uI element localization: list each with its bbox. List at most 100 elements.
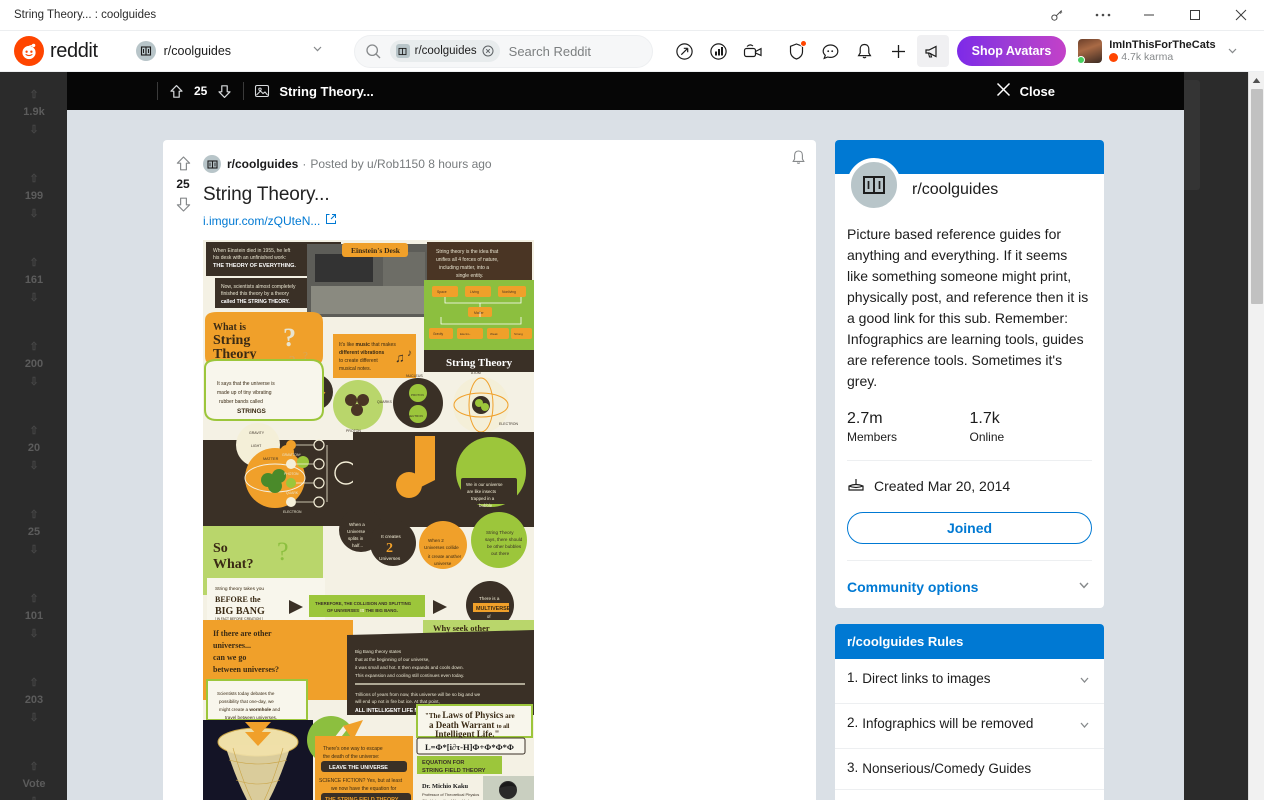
background-vote-column: ⇧ 1.9k ⇩ ⇧ 199 ⇩ ⇧ 161 ⇩ ⇧ 200 ⇩ ⇧ 20 ⇩ ⇧ 25 ⇩ ⇧ 101 ⇩… <box>0 72 68 800</box>
svg-text:There's one way to escape: There's one way to escape <box>323 746 383 752</box>
community-info-card: r/coolguides Picture based reference gui… <box>835 140 1104 608</box>
notifications-bell-icon[interactable] <box>849 35 881 67</box>
svg-text:including matter, into a: including matter, into a <box>439 265 489 271</box>
svg-text:ATOM: ATOM <box>471 371 481 375</box>
upvote-icon: ⇧ <box>29 257 39 269</box>
upvote-icon: ⇧ <box>29 761 39 773</box>
trending-icon[interactable] <box>703 35 735 67</box>
upvote-icon[interactable] <box>168 83 185 100</box>
community-description: Picture based reference guides for anyth… <box>847 226 1089 389</box>
reddit-logo[interactable]: reddit <box>14 36 98 66</box>
rules-title: r/coolguides Rules <box>835 624 1104 659</box>
divider <box>847 460 1092 461</box>
upvote-icon[interactable] <box>174 154 193 173</box>
community-created-date: Created Mar 20, 2014 <box>874 477 1011 494</box>
community-options-toggle[interactable]: Community options <box>847 575 1092 596</box>
svg-text:says, there should: says, there should <box>485 537 523 542</box>
downvote-icon[interactable] <box>216 83 233 100</box>
advertise-megaphone-icon[interactable] <box>916 35 949 67</box>
post-subreddit-link[interactable]: r/coolguides <box>227 157 298 171</box>
joined-button[interactable]: Joined <box>847 512 1092 544</box>
upvote-icon: ⇧ <box>29 425 39 437</box>
minimize-icon[interactable] <box>1126 0 1172 31</box>
sidebar: r/coolguides Picture based reference gui… <box>835 140 1104 800</box>
svg-text:String theory takes you: String theory takes you <box>215 586 264 592</box>
svg-text:GRAVITY: GRAVITY <box>249 431 265 435</box>
svg-text:THEREFORE, THE COLLISION AND S: THEREFORE, THE COLLISION AND SPLITTING <box>315 601 412 606</box>
post-image[interactable]: When Einstein died in 1955, he left his … <box>203 240 534 800</box>
reddit-logo-text: reddit <box>50 39 98 62</box>
svg-text:unifies all 4 forces of nature: unifies all 4 forces of nature, <box>436 257 499 263</box>
popular-icon[interactable] <box>669 35 701 67</box>
key-icon[interactable] <box>1034 0 1080 31</box>
svg-text:ELECTRON: ELECTRON <box>283 510 302 514</box>
maximize-icon[interactable] <box>1172 0 1218 31</box>
svg-text:MULTIVERSE: MULTIVERSE <box>476 606 511 612</box>
video-icon[interactable] <box>737 35 769 67</box>
rule-item[interactable]: 2. Infographics will be removed <box>835 704 1104 749</box>
svg-text:When a: When a <box>349 522 365 527</box>
scroll-up-arrow-icon[interactable] <box>1249 72 1264 89</box>
chat-shield-icon[interactable] <box>781 35 813 67</box>
rule-number: 2. <box>847 715 859 730</box>
rule-text: Nonserious/Comedy Guides <box>862 761 1032 776</box>
search-subreddit-chip[interactable]: r/coolguides <box>389 40 500 62</box>
downvote-icon: ⇩ <box>29 795 38 800</box>
post-outbound-link[interactable]: i.imgur.com/zQUteN... <box>203 213 806 228</box>
meta-separator: · <box>302 157 307 171</box>
chevron-down-icon[interactable] <box>1077 717 1092 737</box>
svg-text:Universe: Universe <box>347 529 366 534</box>
svg-text:half...: half... <box>352 543 363 548</box>
svg-text:If there are other: If there are other <box>213 629 272 638</box>
unread-badge <box>799 40 807 47</box>
search-bar[interactable]: r/coolguides Search Reddit <box>353 34 653 68</box>
svg-text:single entity.: single entity. <box>456 273 483 279</box>
svg-text:EQUATION FOR: EQUATION FOR <box>422 760 464 766</box>
ellipsis-icon[interactable] <box>1080 0 1126 31</box>
community-name[interactable]: r/coolguides <box>912 181 998 199</box>
chat-bubble-icon[interactable] <box>815 35 847 67</box>
bg-vote-item: ⇧ 25 ⇩ <box>27 509 41 556</box>
reddit-logo-icon <box>14 36 44 66</box>
community-created-row: Created Mar 20, 2014 <box>847 475 1092 496</box>
svg-text:universe: universe <box>434 561 452 566</box>
svg-text:made up of tiny vibrating: made up of tiny vibrating <box>217 390 272 396</box>
svg-text:QUARKS: QUARKS <box>377 400 392 404</box>
upvote-icon: ⇧ <box>29 677 39 689</box>
svg-text:SCIENCE FICTION? Yes, but at l: SCIENCE FICTION? Yes, but at least <box>319 778 403 784</box>
rule-item[interactable]: 1. Direct links to images <box>835 659 1104 704</box>
svg-text:it was small and hot. It then: it was small and hot. It then expands an… <box>355 665 464 670</box>
online-count: 1.7k <box>969 410 1000 427</box>
chevron-down-icon[interactable] <box>1226 44 1239 57</box>
bg-vote-item: ⇧ 203 ⇩ <box>24 677 44 724</box>
user-menu[interactable]: ImInThisForTheCats 4.7k karma <box>1077 39 1239 64</box>
close-icon[interactable] <box>1218 0 1264 31</box>
close-lightbox-button[interactable]: Close <box>996 82 1055 100</box>
svg-text:OF UNIVERSES IS THE BIG BANG.: OF UNIVERSES IS THE BIG BANG. <box>327 608 398 613</box>
downvote-icon: ⇩ <box>29 628 39 640</box>
downvote-icon[interactable] <box>174 195 193 214</box>
upvote-icon: ⇧ <box>29 89 39 101</box>
post-author-info[interactable]: Posted by u/Rob1150 8 hours ago <box>310 157 491 171</box>
window-tab-title: String Theory... : coolguides <box>14 9 157 21</box>
svg-text:universes...: universes... <box>213 641 251 650</box>
community-header: r/coolguides <box>847 158 1092 212</box>
rule-number: 3. <box>847 760 859 775</box>
clear-chip-icon[interactable] <box>482 45 494 57</box>
rule-item[interactable]: 3. Nonserious/Comedy Guides <box>835 749 1104 790</box>
rule-item[interactable]: 4. Image hosts must either be Reddit or … <box>835 790 1104 800</box>
scrollbar-thumb[interactable] <box>1251 89 1263 304</box>
subreddit-selector[interactable]: r/coolguides <box>130 35 330 67</box>
create-post-plus-icon[interactable] <box>883 35 915 67</box>
svg-text:We in our universe: We in our universe <box>466 482 503 487</box>
search-input-placeholder[interactable]: Search Reddit <box>509 44 591 59</box>
rule-text: Infographics will be removed <box>862 716 1034 731</box>
chevron-down-icon[interactable] <box>1077 672 1092 692</box>
post-notifications-bell-icon[interactable] <box>789 148 808 167</box>
members-stat: 2.7m Members <box>847 410 970 444</box>
lightbox-topbar: 25 String Theory... Close <box>67 72 1184 110</box>
vertical-scrollbar[interactable] <box>1248 72 1264 800</box>
shop-avatars-button[interactable]: Shop Avatars <box>956 36 1067 66</box>
svg-text:There is a: There is a <box>479 596 500 601</box>
bg-vote-item: ⇧ 101 ⇩ <box>24 593 44 640</box>
